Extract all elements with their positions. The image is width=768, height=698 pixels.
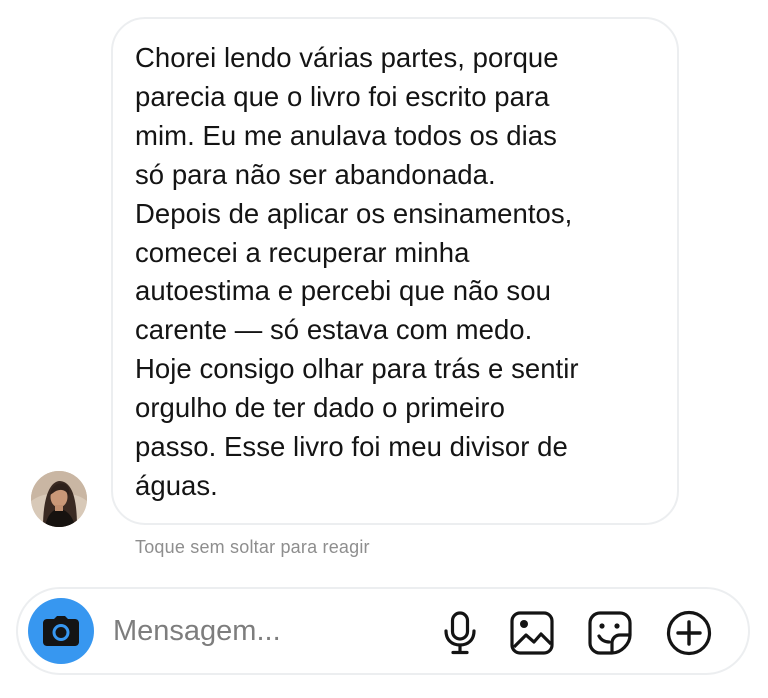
avatar-photo <box>31 471 87 527</box>
react-hint: Toque sem soltar para reagir <box>135 537 370 557</box>
camera-button[interactable] <box>28 598 94 664</box>
add-icon <box>666 610 712 656</box>
sticker-button[interactable] <box>586 609 634 657</box>
more-options-button[interactable] <box>665 609 713 657</box>
gallery-button[interactable] <box>508 609 556 657</box>
microphone-icon <box>444 611 476 655</box>
gallery-icon <box>510 611 554 655</box>
voice-message-button[interactable] <box>436 609 484 657</box>
message-composer <box>16 587 750 675</box>
message-text: Chorei lendo várias partes, porque parec… <box>135 42 579 501</box>
camera-icon <box>43 616 79 646</box>
message-bubble[interactable]: Chorei lendo várias partes, porque parec… <box>111 17 679 525</box>
sender-avatar[interactable] <box>31 471 87 527</box>
sticker-icon <box>588 611 632 655</box>
message-input[interactable] <box>113 611 413 651</box>
